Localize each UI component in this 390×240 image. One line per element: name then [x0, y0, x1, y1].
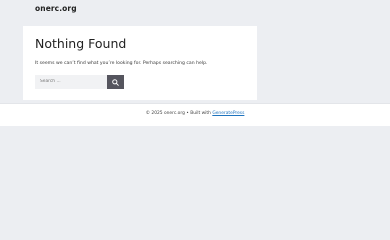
site-footer: © 2025 onerc.org • Built with GeneratePr…: [0, 104, 390, 126]
search-input[interactable]: [35, 75, 107, 89]
search-form: [35, 75, 125, 89]
not-found-message: It seems we can’t find what you’re looki…: [35, 61, 208, 66]
generatepress-link[interactable]: GeneratePress: [212, 111, 244, 116]
search-icon: [112, 79, 119, 86]
site-title-link[interactable]: onerc.org: [35, 4, 77, 13]
page-title: Nothing Found: [35, 36, 127, 51]
content-card: Nothing Found It seems we can’t find wha…: [23, 26, 257, 100]
site-header: onerc.org: [0, 0, 390, 20]
footer-copyright: © 2025 onerc.org • Built with GeneratePr…: [0, 111, 390, 116]
copyright-text: © 2025 onerc.org • Built with: [145, 111, 211, 116]
search-button[interactable]: [107, 75, 124, 89]
